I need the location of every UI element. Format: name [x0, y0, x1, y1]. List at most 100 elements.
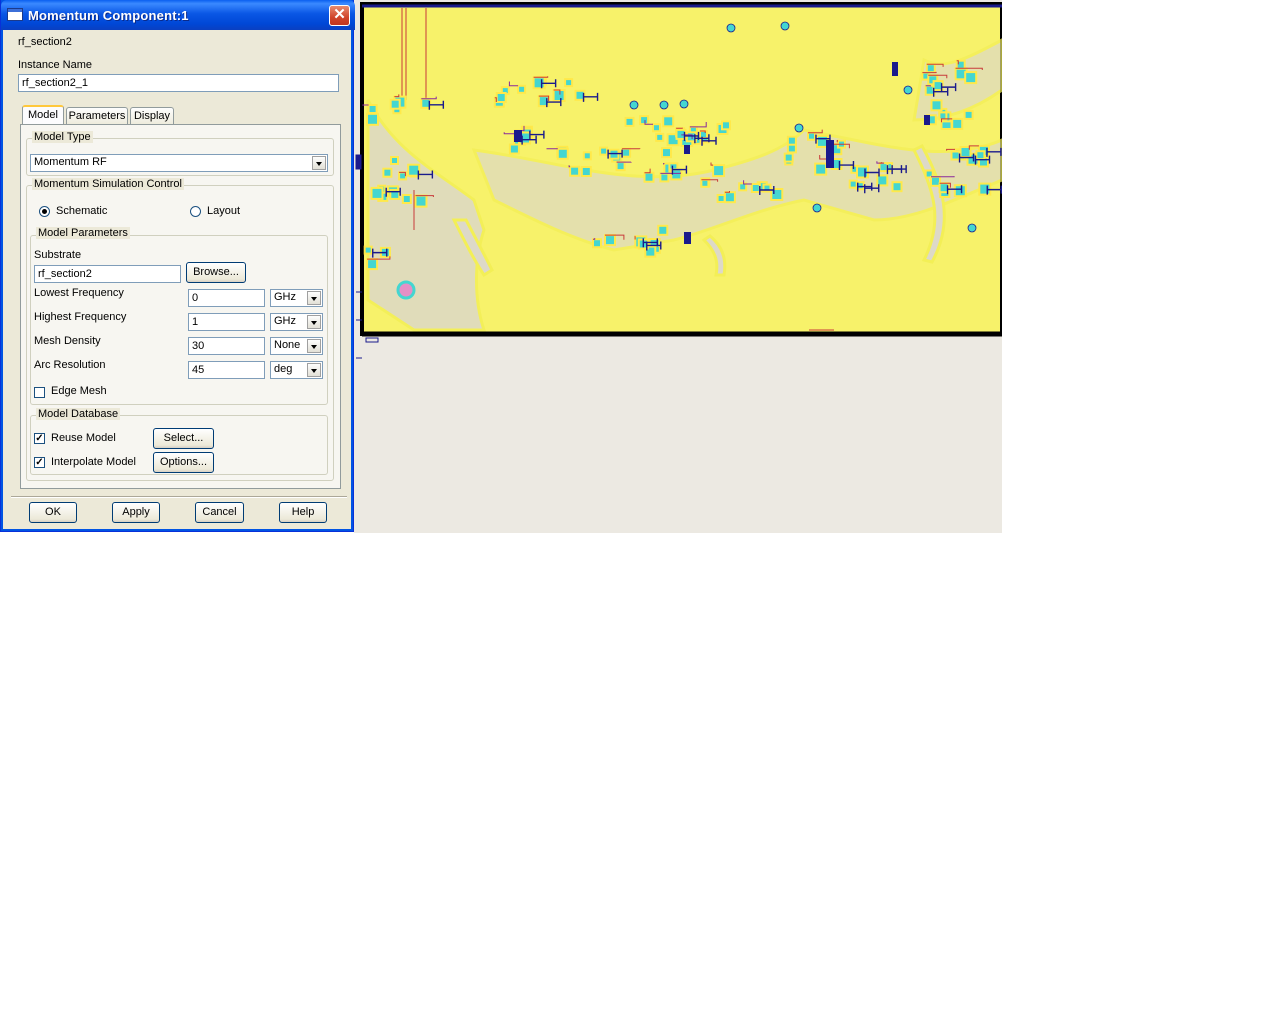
pcb-pad — [975, 150, 986, 161]
chevron-down-icon[interactable] — [307, 291, 321, 305]
ic-body — [684, 232, 691, 244]
chevron-down-icon[interactable] — [307, 339, 321, 353]
pcb-pad — [604, 234, 616, 247]
pcb-pad — [639, 115, 650, 126]
lowest-frequency-label: Lowest Frequency — [34, 287, 124, 299]
pcb-pad — [750, 183, 761, 193]
model-parameters-title: Model Parameters — [36, 227, 130, 239]
chevron-down-icon[interactable] — [307, 315, 321, 329]
pcb-pad — [700, 178, 710, 188]
reuse-model-label: Reuse Model — [51, 432, 116, 444]
ic-body — [924, 115, 930, 125]
schematic-radio[interactable] — [39, 206, 50, 217]
substrate-label: Substrate — [34, 249, 82, 261]
pcb-pad — [401, 194, 412, 204]
pcb-pad — [517, 84, 527, 94]
pcb-pad — [938, 111, 948, 121]
pcb-pad — [643, 171, 655, 183]
pcb-pad — [624, 116, 635, 127]
close-button[interactable]: ✕ — [329, 5, 350, 26]
window-title: Momentum Component:1 — [28, 8, 189, 23]
lowest-frequency-unit: GHz — [274, 291, 296, 303]
options-button[interactable]: Options... — [153, 452, 214, 473]
tab-panel-model: Model Type Momentum RF Momentum Simulati… — [20, 124, 341, 489]
button-separator — [11, 496, 347, 498]
highest-frequency-unit-select[interactable]: GHz — [270, 313, 323, 331]
highest-frequency-field[interactable]: 1 — [188, 313, 265, 331]
pcb-pad — [508, 143, 520, 155]
browse-button[interactable]: Browse... — [186, 262, 246, 283]
pcb-pad — [370, 186, 384, 200]
mesh-density-field[interactable]: 30 — [188, 337, 265, 355]
lowest-frequency-field[interactable]: 0 — [188, 289, 265, 307]
ic-body — [826, 140, 834, 168]
pcb-pad — [712, 164, 726, 178]
cell-name: rf_section2 — [18, 36, 72, 48]
layout-label: Layout — [207, 205, 241, 217]
layout-drawing[interactable] — [354, 0, 1002, 533]
mesh-density-label: Mesh Density — [34, 335, 101, 347]
pcb-pad — [621, 147, 632, 158]
pcb-pad — [878, 162, 889, 173]
instance-name-label: Instance Name — [18, 59, 92, 71]
pcb-pad — [891, 181, 903, 193]
reuse-model-checkbox[interactable]: ✓ — [34, 433, 45, 444]
edge-mesh-checkbox[interactable] — [34, 387, 45, 398]
help-button[interactable]: Help — [279, 502, 327, 523]
pcb-pad — [599, 146, 609, 156]
model-database-title: Model Database — [36, 408, 121, 420]
arc-resolution-unit-select[interactable]: deg — [270, 361, 323, 379]
pcb-pad — [366, 258, 379, 271]
pcb-pad — [389, 98, 401, 110]
chevron-down-icon[interactable] — [312, 156, 326, 170]
lowest-frequency-unit-select[interactable]: GHz — [270, 289, 323, 307]
pcb-pad — [407, 163, 421, 177]
model-type-title: Model Type — [32, 131, 93, 143]
pcb-pad — [951, 117, 964, 130]
ok-button[interactable]: OK — [29, 502, 77, 523]
pcb-pad — [390, 156, 399, 165]
highest-frequency-label: Highest Frequency — [34, 311, 127, 323]
pcb-pad — [414, 194, 428, 208]
pcb-pad — [652, 123, 661, 133]
ic-body — [684, 145, 690, 154]
pcb-pad — [699, 130, 708, 139]
substrate-field[interactable]: rf_section2 — [34, 265, 181, 283]
title-bar[interactable]: Momentum Component:1 ✕ — [1, 0, 355, 30]
cancel-button[interactable]: Cancel — [195, 502, 244, 523]
ic-body — [892, 62, 898, 76]
momentum-component-dialog: Momentum Component:1 ✕ rf_section2 Insta… — [0, 0, 355, 532]
pcb-pad — [950, 150, 961, 161]
interpolate-model-checkbox[interactable]: ✓ — [34, 457, 45, 468]
pcb-pad — [366, 112, 379, 126]
pcb-pad — [495, 92, 507, 103]
schematic-label: Schematic — [56, 205, 108, 217]
model-type-select[interactable]: Momentum RF — [30, 154, 328, 172]
pcb-pad — [367, 104, 378, 114]
layout-radio[interactable] — [190, 206, 201, 217]
arc-resolution-field[interactable]: 45 — [188, 361, 265, 379]
pcb-pad — [814, 162, 828, 176]
pcb-pad — [783, 152, 794, 163]
chevron-down-icon[interactable] — [307, 363, 321, 377]
edge-mesh-label: Edge Mesh — [51, 385, 107, 397]
pcb-pad — [930, 99, 943, 112]
layout-canvas[interactable] — [354, 0, 1002, 533]
select-button[interactable]: Select... — [153, 428, 214, 449]
pcb-pad — [723, 191, 736, 204]
simulation-control-title: Momentum Simulation Control — [32, 178, 184, 190]
pcb-pad — [556, 147, 569, 160]
pcb-pad — [807, 131, 816, 141]
pcb-pad — [592, 238, 602, 249]
pcb-pad — [925, 63, 936, 74]
arc-resolution-label: Arc Resolution — [34, 359, 106, 371]
highest-frequency-unit: GHz — [274, 315, 296, 327]
pcb-pad — [582, 151, 592, 161]
pcb-pad — [953, 184, 967, 198]
pcb-pad — [382, 167, 393, 178]
instance-name-field[interactable]: rf_section2_1 — [18, 74, 339, 92]
apply-button[interactable]: Apply — [112, 502, 160, 523]
pcb-pad — [786, 135, 797, 146]
pcb-pad — [580, 166, 592, 177]
mesh-density-unit-select[interactable]: None — [270, 337, 323, 355]
